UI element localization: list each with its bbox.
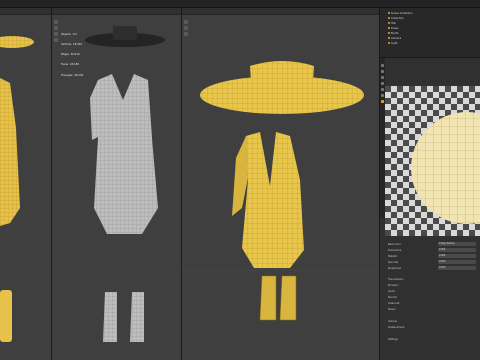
boots-yellow xyxy=(259,275,297,321)
prop-label: Base Color xyxy=(388,243,401,246)
boots-grey-mesh xyxy=(103,292,144,342)
outliner-item[interactable]: Camera xyxy=(388,37,401,41)
outliner-item[interactable]: Hat xyxy=(388,22,396,26)
title-bar: Blender [C:\Users\...\hat_dress_boots.bl… xyxy=(0,0,480,16)
dress-yellow xyxy=(242,132,304,268)
scene-tab-icon[interactable] xyxy=(381,76,384,79)
viewport-center[interactable] xyxy=(182,8,380,360)
viewport-middle[interactable]: Objects 1/4 Vertices 18,432 Edges 36,610… xyxy=(52,8,182,360)
outliner: Scene Collection Collection Hat Dress Bo… xyxy=(380,8,480,58)
base-color-field[interactable]: Image Texture xyxy=(438,242,476,246)
section-header[interactable]: Sheen xyxy=(388,308,396,311)
roughness-field[interactable]: 0.500 xyxy=(438,266,476,270)
prop-label: Metallic xyxy=(388,255,398,258)
outliner-label: Camera xyxy=(391,37,402,40)
middle-scene xyxy=(85,26,165,342)
viewport-left[interactable] xyxy=(0,8,52,360)
render-tab-icon[interactable] xyxy=(381,64,384,67)
section-header[interactable]: Volume xyxy=(388,320,397,323)
hat-crown-yellow xyxy=(250,61,314,103)
outliner-item[interactable]: Dress xyxy=(388,27,398,31)
right-panel: Scene Collection Collection Hat Dress Bo… xyxy=(380,8,480,360)
boot-mesh xyxy=(0,290,12,342)
material-preview-render xyxy=(385,86,480,236)
section-header[interactable]: Alpha xyxy=(388,290,395,293)
outliner-label: Light xyxy=(391,42,398,45)
section-header[interactable]: Settings xyxy=(388,338,398,341)
subsurface-field[interactable]: 0.000 xyxy=(438,248,476,252)
section-header[interactable]: Displacement xyxy=(388,326,404,329)
outliner-item[interactable]: Boots xyxy=(388,32,398,36)
outliner-item[interactable]: Collection xyxy=(388,17,404,21)
material-tab-icon[interactable] xyxy=(381,100,384,103)
modifier-tab-icon[interactable] xyxy=(381,94,384,97)
outliner-item[interactable]: Scene Collection xyxy=(388,12,413,16)
mesh-icon xyxy=(388,27,390,29)
section-header[interactable]: Normal xyxy=(388,296,397,299)
specular-field[interactable]: 0.500 xyxy=(438,260,476,264)
object-tab-icon[interactable] xyxy=(381,88,384,91)
left-scene xyxy=(0,36,34,342)
light-icon xyxy=(388,42,390,44)
material-preview xyxy=(385,86,480,236)
outliner-label: Scene Collection xyxy=(391,12,413,15)
outliner-label: Collection xyxy=(391,17,404,20)
metallic-field[interactable]: 0.000 xyxy=(438,254,476,258)
section-header[interactable]: Transmission xyxy=(388,278,403,281)
dress-scarf xyxy=(232,136,248,216)
prop-label: Subsurface xyxy=(388,249,402,252)
world-tab-icon[interactable] xyxy=(381,82,384,85)
outliner-label: Boots xyxy=(391,32,399,35)
outliner-label: Hat xyxy=(391,22,396,25)
hat-brim xyxy=(0,36,34,48)
collection-icon xyxy=(388,12,390,14)
collection-icon xyxy=(388,17,390,19)
prop-label: Roughness xyxy=(388,267,402,270)
outliner-label: Dress xyxy=(391,27,399,30)
prop-label: Specular xyxy=(388,261,399,264)
dress-mesh xyxy=(0,78,20,226)
mesh-icon xyxy=(388,32,390,34)
camera-icon xyxy=(388,37,390,39)
section-header[interactable]: Emission xyxy=(388,284,399,287)
mesh-icon xyxy=(388,22,390,24)
hat-crown xyxy=(113,26,137,40)
dress-grey-mesh xyxy=(94,74,158,234)
output-tab-icon[interactable] xyxy=(381,70,384,73)
outliner-item[interactable]: Light xyxy=(388,42,397,46)
center-scene xyxy=(182,61,379,321)
section-header[interactable]: Clearcoat xyxy=(388,302,399,305)
